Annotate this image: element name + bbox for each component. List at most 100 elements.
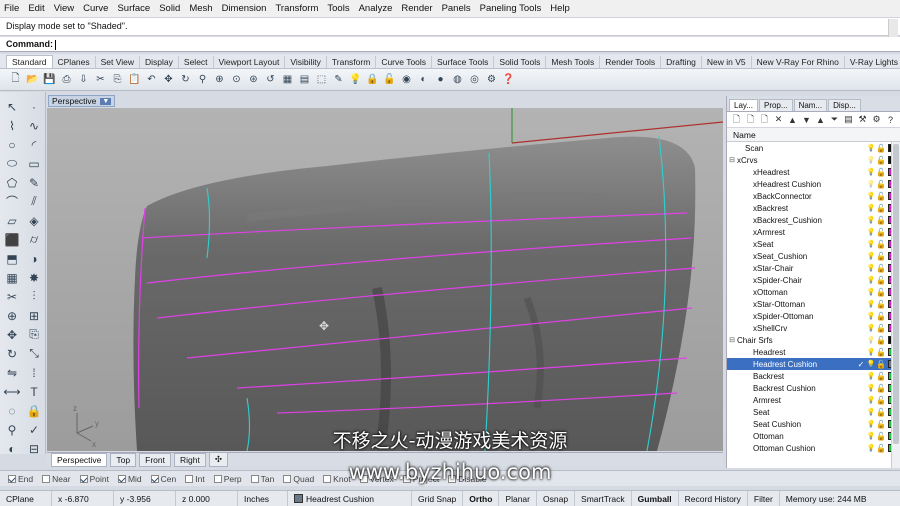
copy-obj-icon[interactable]: ⎘	[25, 326, 43, 343]
open-file-icon[interactable]: 📂	[25, 72, 40, 87]
layer-row-seat-cushion[interactable]: Seat Cushion 💡 🔓	[727, 418, 900, 430]
lock-obj-icon[interactable]: 🔒	[25, 402, 43, 419]
dimension-icon[interactable]: ⟷	[3, 383, 21, 400]
analyze-icon[interactable]: ⚲	[3, 421, 21, 438]
layer-row-xspider-chair[interactable]: xSpider-Chair 💡 🔓	[727, 274, 900, 286]
record-history-toggle[interactable]: Record History	[679, 491, 748, 506]
layer-row-xseat-cushion[interactable]: xSeat_Cushion 💡 🔓	[727, 250, 900, 262]
panel-tab-2[interactable]: Nam...	[793, 99, 828, 111]
osnap-toggle[interactable]: Osnap	[537, 491, 576, 506]
layer-row-xbackrest[interactable]: xBackrest 💡 🔓	[727, 202, 900, 214]
polyline-icon[interactable]: ⌇	[3, 117, 21, 134]
osnap-checkbox[interactable]	[402, 474, 411, 483]
split-icon[interactable]: ⫶	[25, 288, 43, 305]
array-icon[interactable]: ⁞	[25, 364, 43, 381]
layer-row-xseat[interactable]: xSeat 💡 🔓	[727, 238, 900, 250]
rotate-icon[interactable]: ↻	[3, 345, 21, 362]
visibility-bulb-icon[interactable]: 💡	[866, 204, 876, 212]
layer-row-backrest-cushion[interactable]: Backrest Cushion 💡 🔓	[727, 382, 900, 394]
undo-icon[interactable]: ↶	[144, 72, 159, 87]
lights-icon[interactable]: 💡	[348, 72, 363, 87]
tools-icon[interactable]: ⚒	[857, 114, 868, 125]
lock-icon[interactable]: 🔓	[876, 408, 886, 417]
free-curve-icon[interactable]: ✎	[25, 174, 43, 191]
text-icon[interactable]: T	[25, 383, 43, 400]
offset-icon[interactable]: ⫽	[25, 193, 43, 210]
visibility-bulb-icon[interactable]: 💡	[866, 396, 876, 404]
menu-transform[interactable]: Transform	[275, 3, 318, 14]
tab-mesh-tools[interactable]: Mesh Tools	[546, 56, 601, 68]
visibility-bulb-icon[interactable]: 💡	[866, 384, 876, 392]
menu-paneling-tools[interactable]: Paneling Tools	[480, 3, 542, 14]
layer-row-scan[interactable]: Scan 💡 🔓	[727, 142, 900, 154]
osnap-project[interactable]: Project	[402, 474, 439, 484]
osnap-checkbox[interactable]	[323, 474, 332, 483]
visibility-bulb-icon[interactable]: 💡	[866, 168, 876, 176]
lock-icon[interactable]: 🔓	[876, 444, 886, 453]
lock-icon[interactable]: 🔓	[876, 180, 886, 189]
osnap-checkbox[interactable]	[42, 474, 51, 483]
visibility-bulb-icon[interactable]: 💡	[866, 432, 876, 440]
layer-row-xstar-ottoman[interactable]: xStar-Ottoman 💡 🔓	[727, 298, 900, 310]
osnap-checkbox[interactable]	[283, 474, 292, 483]
visibility-bulb-icon[interactable]: 💡	[866, 216, 876, 224]
loft-icon[interactable]: ◈	[25, 212, 43, 229]
viewport-tab-front[interactable]: Front	[139, 452, 171, 467]
render-preview-icon[interactable]: ◍	[450, 72, 465, 87]
tree-toggle-icon[interactable]: ⊟	[727, 336, 737, 344]
visibility-bulb-icon[interactable]: 💡	[866, 252, 876, 260]
lock-icon[interactable]: 🔒	[365, 72, 380, 87]
osnap-tan[interactable]: Tan	[250, 474, 274, 484]
visibility-bulb-icon[interactable]: 💡	[866, 180, 876, 188]
layer-row-backrest[interactable]: Backrest 💡 🔓	[727, 370, 900, 382]
new-sublayer-icon[interactable]: 🗋	[745, 112, 756, 128]
layer-row-xshellcrv[interactable]: xShellCrv 💡 🔓	[727, 322, 900, 334]
lock-icon[interactable]: 🔓	[876, 372, 886, 381]
visibility-bulb-icon[interactable]: 💡	[866, 324, 876, 332]
osnap-int[interactable]: Int	[185, 474, 205, 484]
menu-mesh[interactable]: Mesh	[189, 3, 212, 14]
layer-row-xbackrest-cushion[interactable]: xBackrest_Cushion 💡 🔓	[727, 214, 900, 226]
menu-panels[interactable]: Panels	[442, 3, 471, 14]
fillet-curve-icon[interactable]: ⌒	[3, 193, 21, 210]
filter-icon[interactable]: ⏷	[829, 114, 840, 125]
render-icon-2[interactable]: ◐	[3, 440, 21, 457]
visibility-bulb-icon[interactable]: 💡	[866, 312, 876, 320]
lock-icon[interactable]: 🔓	[876, 216, 886, 225]
lock-icon[interactable]: 🔓	[876, 204, 886, 213]
help-icon[interactable]: ❓	[501, 72, 516, 87]
osnap-disable[interactable]: Disable	[448, 474, 487, 484]
menu-render[interactable]: Render	[401, 3, 432, 14]
menu-dimension[interactable]: Dimension	[222, 3, 267, 14]
viewport-dropdown-icon[interactable]: ▼	[100, 97, 112, 105]
layer-row-seat[interactable]: Seat 💡 🔓	[727, 406, 900, 418]
layer-row-armrest[interactable]: Armrest 💡 🔓	[727, 394, 900, 406]
tree-toggle-icon[interactable]: ⊟	[727, 156, 737, 164]
menu-analyze[interactable]: Analyze	[359, 3, 393, 14]
tab-select[interactable]: Select	[179, 56, 214, 68]
zoom-icon[interactable]: ⚲	[195, 72, 210, 87]
menu-file[interactable]: File	[4, 3, 19, 14]
lock-icon[interactable]: 🔓	[876, 156, 886, 165]
lock-icon[interactable]: 🔓	[876, 228, 886, 237]
rotate-view-icon[interactable]: ↻	[178, 72, 193, 87]
explode-icon[interactable]: ✸	[25, 269, 43, 286]
box-icon[interactable]: ⬛	[3, 231, 21, 248]
rectangle-icon[interactable]: ▭	[25, 155, 43, 172]
arc-icon[interactable]: ◜	[25, 136, 43, 153]
tab-surface-tools[interactable]: Surface Tools	[432, 56, 495, 68]
delete-layer-icon[interactable]: ✕	[773, 114, 784, 125]
cplane-indicator[interactable]: CPlane	[0, 491, 52, 506]
visibility-bulb-icon[interactable]: 💡	[866, 192, 876, 200]
layer-row-headrest[interactable]: Headrest 💡 🔓	[727, 346, 900, 358]
render-icon[interactable]: ◐	[416, 72, 431, 87]
lock-icon[interactable]: 🔓	[876, 360, 886, 369]
layer-row-xcrvs[interactable]: ⊟ xCrvs 💡 🔓	[727, 154, 900, 166]
osnap-end[interactable]: End	[8, 474, 33, 484]
material-icon[interactable]: ◉	[399, 72, 414, 87]
tab-set-view[interactable]: Set View	[96, 56, 141, 68]
zoom-window-icon[interactable]: ⊕	[212, 72, 227, 87]
lock-icon-2[interactable]: 🔓	[382, 72, 397, 87]
lock-icon[interactable]: 🔓	[876, 252, 886, 261]
layer-row-ottoman[interactable]: Ottoman 💡 🔓	[727, 430, 900, 442]
